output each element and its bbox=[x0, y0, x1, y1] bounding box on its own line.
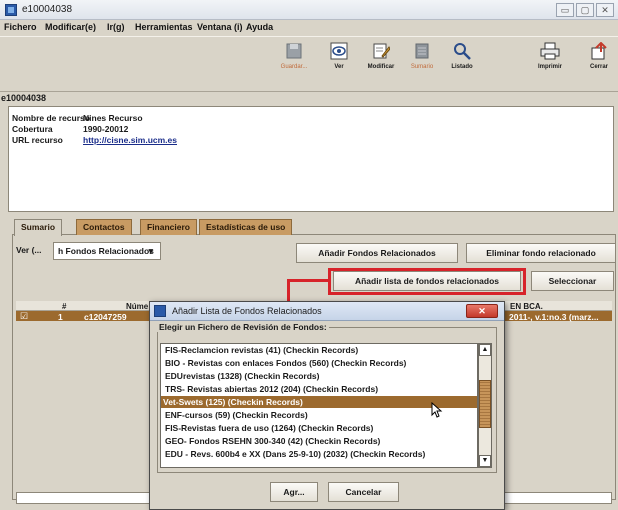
scroll-up-button[interactable]: ▲ bbox=[479, 344, 491, 356]
add-list-button[interactable]: Añadir lista de fondos relacionados bbox=[333, 271, 521, 291]
menu-ayuda[interactable]: Ayuda bbox=[246, 22, 273, 32]
list-item[interactable]: FIS-Reclamcion revistas (41) (Checkin Re… bbox=[163, 344, 477, 356]
list-item[interactable]: TRS- Revistas abiertas 2012 (204) (Check… bbox=[163, 383, 477, 395]
search-icon bbox=[454, 43, 471, 60]
menu-modificar[interactable]: Modificar(e) bbox=[45, 22, 96, 32]
field-value-cobertura: 1990-20012 bbox=[83, 124, 129, 134]
field-label-nombre: Nombre de recurso bbox=[12, 113, 90, 123]
callout-connector-h bbox=[287, 279, 330, 282]
edit-icon bbox=[373, 43, 390, 59]
field-label-cobertura: Cobertura bbox=[12, 124, 53, 134]
close-door-icon bbox=[591, 42, 607, 60]
cerrar-button[interactable]: Cerrar bbox=[580, 42, 618, 90]
tab-estadisticas[interactable]: Estadísticas de uso bbox=[199, 219, 293, 235]
tab-contactos[interactable]: Contactos bbox=[76, 219, 132, 235]
maximize-button[interactable]: ▢ bbox=[576, 3, 594, 17]
dialog-title: Añadir Lista de Fondos Relacionados bbox=[172, 306, 322, 316]
row-code: c12047259 bbox=[84, 312, 127, 322]
guardar-button[interactable]: Guardar... bbox=[275, 42, 313, 90]
window-titlebar bbox=[0, 0, 618, 20]
save-icon bbox=[286, 43, 302, 59]
printer-icon bbox=[540, 42, 560, 60]
list-item[interactable]: EDU - Revs. 600b4 e XX (Dans 25-9-10) (2… bbox=[163, 448, 477, 460]
minimize-button[interactable]: ▭ bbox=[556, 3, 574, 17]
row-en-bca: 2011-, v.1:no.3 (marz... bbox=[509, 312, 599, 322]
list-item[interactable]: FIS-Revistas fuera de uso (1264) (Checki… bbox=[163, 422, 477, 434]
cursor-icon bbox=[431, 402, 443, 418]
listado-button[interactable]: Listado bbox=[443, 42, 481, 90]
view-select[interactable]: h Fondos Relacionados ▼ bbox=[53, 242, 161, 260]
remove-related-button[interactable]: Eliminar fondo relacionado bbox=[466, 243, 616, 263]
dialog-close-button[interactable]: ✕ bbox=[466, 304, 498, 318]
ok-button[interactable]: Agr... bbox=[270, 482, 318, 502]
tab-financiero[interactable]: Financiero bbox=[140, 219, 197, 235]
grid-col-hash: # bbox=[62, 302, 67, 311]
summary-icon bbox=[415, 43, 429, 59]
window-close-button[interactable]: ✕ bbox=[596, 3, 614, 17]
scroll-thumb[interactable] bbox=[479, 380, 491, 428]
imprimir-button[interactable]: Imprimir bbox=[531, 42, 569, 90]
row-checkbox[interactable]: ☑ bbox=[20, 311, 28, 322]
menu-ir[interactable]: Ir(g) bbox=[107, 22, 125, 32]
field-label-url: URL recurso bbox=[12, 135, 63, 145]
record-id: e10004038 bbox=[1, 93, 47, 103]
app-icon bbox=[5, 4, 17, 16]
field-value-url-link[interactable]: http://cisne.sim.ucm.es bbox=[83, 135, 177, 146]
select-button[interactable]: Seleccionar bbox=[531, 271, 614, 291]
field-value-nombre: Nines Recurso bbox=[83, 113, 143, 123]
sumario-button[interactable]: Sumario bbox=[403, 42, 441, 90]
menu-herramientas[interactable]: Herramientas bbox=[135, 22, 193, 32]
window-title: e10004038 bbox=[22, 4, 73, 15]
list-item[interactable]: EDUrevistas (1328) (Checkin Records) bbox=[163, 370, 477, 382]
add-related-button[interactable]: Añadir Fondos Relacionados bbox=[296, 243, 458, 263]
list-item[interactable]: BIO - Revistas con enlaces Fondos (560) … bbox=[163, 357, 477, 369]
row-num: 1 bbox=[58, 312, 63, 322]
menu-ventana[interactable]: Ventana (i) bbox=[197, 22, 243, 32]
modificar-button[interactable]: Modificar bbox=[362, 42, 400, 90]
list-item[interactable]: GEO- Fondos RSEHN 300-340 (42) (Checkin … bbox=[163, 435, 477, 447]
tab-sumario[interactable]: Sumario bbox=[14, 219, 63, 236]
menu-fichero[interactable]: Fichero bbox=[4, 22, 37, 32]
fieldset-legend: Elegir un Fichero de Revisión de Fondos: bbox=[157, 322, 329, 332]
grid-col-number: Núme bbox=[126, 302, 149, 311]
review-file-list[interactable]: FIS-Reclamcion revistas (41) (Checkin Re… bbox=[160, 343, 478, 468]
view-select-value: h Fondos Relacionados bbox=[58, 246, 154, 256]
dialog-app-icon bbox=[154, 305, 166, 317]
grid-col-en-bca: EN BCA. bbox=[510, 302, 543, 311]
add-list-dialog: Añadir Lista de Fondos Relacionados ✕ El… bbox=[149, 301, 505, 510]
chevron-down-icon: ▼ bbox=[146, 246, 155, 256]
eye-icon bbox=[330, 42, 348, 60]
list-item[interactable]: ENF-cursos (59) (Checkin Records) bbox=[163, 409, 477, 421]
view-label: Ver (... bbox=[16, 245, 42, 255]
cancel-button[interactable]: Cancelar bbox=[328, 482, 399, 502]
scroll-down-button[interactable]: ▼ bbox=[479, 455, 491, 467]
list-scrollbar[interactable]: ▲ ▼ bbox=[478, 343, 492, 468]
ver-button[interactable]: Ver bbox=[320, 42, 358, 90]
